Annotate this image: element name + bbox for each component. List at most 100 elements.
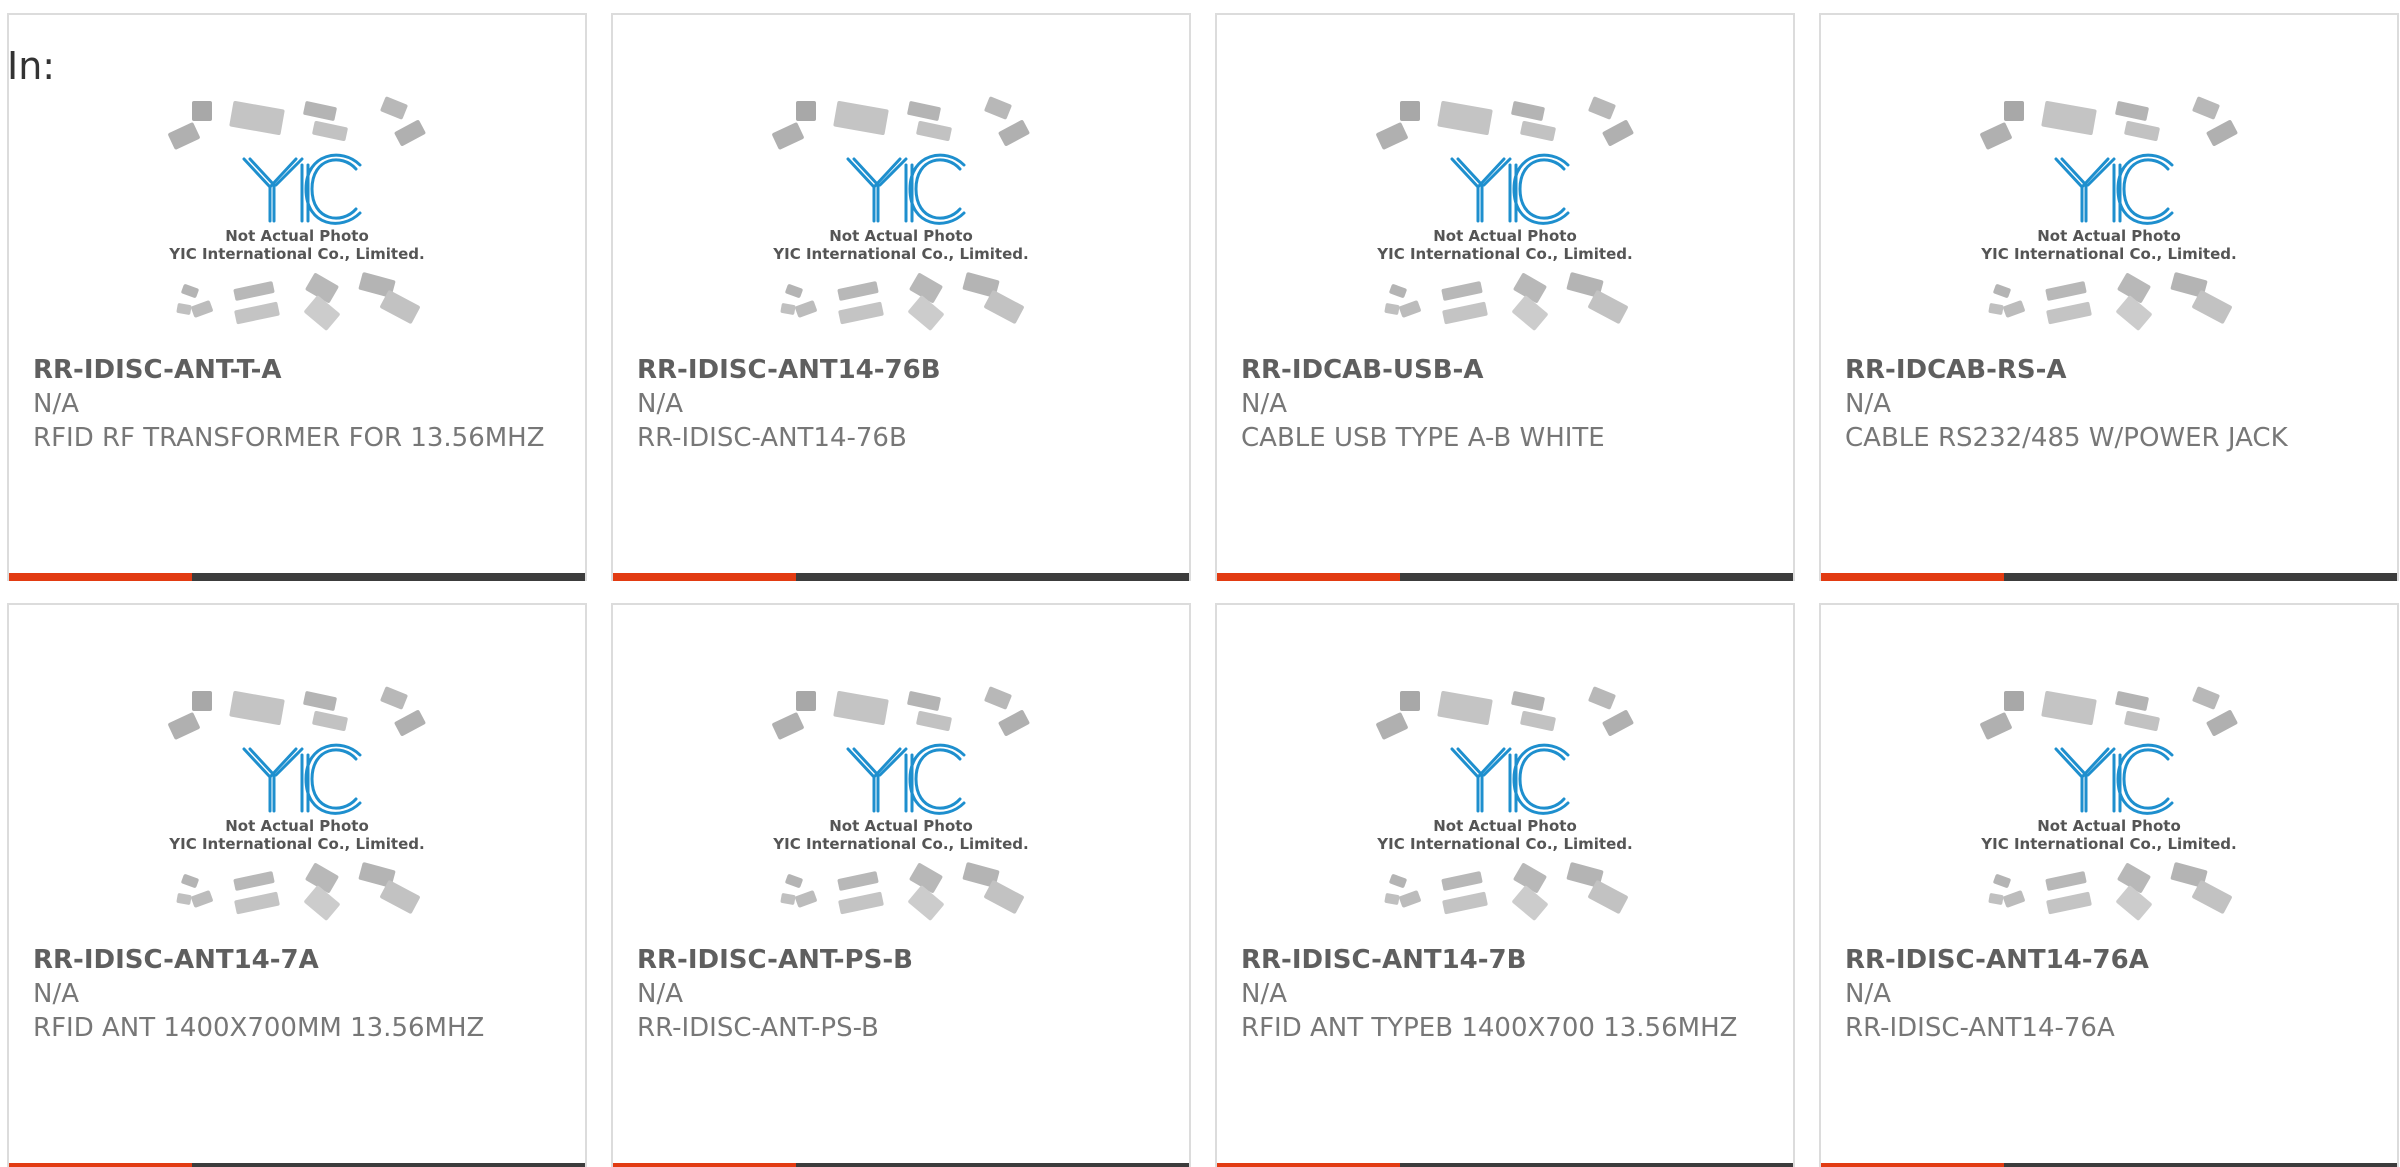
chip-illustration-bottom [176,272,420,331]
placeholder-svg: Not Actual PhotoYIC International Co., L… [772,96,1030,331]
chip-illustration-bottom [1988,272,2232,331]
placeholder-caption: Not Actual Photo [225,227,369,245]
card-bottom-bar [1217,573,1793,581]
card-bar-accent [1217,1163,1400,1167]
product-info: RR-IDISC-ANT14-76A N/A RR-IDISC-ANT14-76… [1845,943,2365,1045]
yic-logo [846,743,966,815]
placeholder-caption: Not Actual Photo [829,227,973,245]
product-info: RR-IDCAB-RS-A N/A CABLE RS232/485 W/POWE… [1845,353,2365,455]
chip-illustration-top [168,686,426,740]
product-card[interactable]: Not Actual Photo YIC International Co., L… [611,13,1191,581]
placeholder-company: YIC International Co., Limited. [772,835,1028,853]
product-info: RR-IDISC-ANT-T-A N/A RFID RF TRANSFORMER… [33,353,553,455]
chip-illustration-top [772,96,1030,150]
placeholder-photo: Not Actual Photo YIC International Co., L… [1370,93,1640,337]
product-card[interactable]: Not Actual Photo YIC International Co., L… [611,603,1191,1167]
product-info: RR-IDISC-ANT14-7B N/A RFID ANT TYPEB 140… [1241,943,1761,1045]
card-bottom-bar [613,1163,1189,1167]
description: RFID ANT 1400X700MM 13.56MHZ [33,1013,485,1043]
manufacturer: N/A [33,979,79,1009]
description: RR-IDISC-ANT14-76A [1845,1013,2115,1043]
placeholder-photo: Not Actual Photo YIC International Co., L… [766,93,1036,337]
placeholder-svg: Not Actual PhotoYIC International Co., L… [772,686,1030,921]
product-info: RR-IDISC-ANT14-7A N/A RFID ANT 1400X700M… [33,943,553,1045]
chip-illustration-top [1376,96,1634,150]
card-bottom-bar [9,1163,585,1167]
chip-illustration-bottom [780,862,1024,921]
product-card[interactable]: Not Actual Photo YIC International Co., L… [7,13,587,581]
placeholder-photo: Not Actual Photo YIC International Co., L… [1370,683,1640,927]
description: RFID RF TRANSFORMER FOR 13.56MHZ [33,423,545,453]
manufacturer: N/A [637,389,683,419]
card-bottom-bar [613,573,1189,581]
card-bar-accent [613,573,796,581]
chip-illustration-bottom [780,272,1024,331]
yic-logo [2054,743,2174,815]
manufacturer: N/A [1845,389,1891,419]
placeholder-company: YIC International Co., Limited. [772,245,1028,263]
placeholder-caption: Not Actual Photo [225,817,369,835]
placeholder-svg: Not Actual PhotoYIC International Co., L… [168,686,426,921]
placeholder-company: YIC International Co., Limited. [1980,835,2236,853]
description: RR-IDISC-ANT-PS-B [637,1013,879,1043]
card-bottom-bar [9,573,585,581]
product-info: RR-IDISC-ANT-PS-B N/A RR-IDISC-ANT-PS-B [637,943,1157,1045]
card-bottom-bar [1821,573,2397,581]
product-card[interactable]: Not Actual Photo YIC International Co., L… [1215,13,1795,581]
product-info: RR-IDCAB-USB-A N/A CABLE USB TYPE A-B WH… [1241,353,1761,455]
part-number-link[interactable]: RR-IDISC-ANT-T-A [33,353,553,387]
part-number-link[interactable]: RR-IDCAB-RS-A [1845,353,2365,387]
part-number-link[interactable]: RR-IDISC-ANT14-7B [1241,943,1761,977]
card-bar-accent [1821,1163,2004,1167]
yic-logo [846,153,966,225]
yic-logo [242,743,362,815]
chip-illustration-top [1980,96,2238,150]
description: RR-IDISC-ANT14-76B [637,423,907,453]
part-number-link[interactable]: RR-IDISC-ANT14-7A [33,943,553,977]
card-bar-accent [1821,573,2004,581]
yic-logo [242,153,362,225]
placeholder-caption: Not Actual Photo [829,817,973,835]
placeholder-svg: Not Actual PhotoYIC International Co., L… [1980,686,2238,921]
chip-illustration-bottom [1988,862,2232,921]
product-card[interactable]: Not Actual Photo YIC International Co., L… [1215,603,1795,1167]
part-number-link[interactable]: RR-IDISC-ANT14-76A [1845,943,2365,977]
placeholder-caption: Not Actual Photo [1433,817,1577,835]
placeholder-photo: Not Actual Photo YIC International Co., L… [1974,93,2244,337]
placeholder-svg: Not Actual PhotoYIC International Co., L… [168,96,426,331]
product-card[interactable]: Not Actual Photo YIC International Co., L… [7,603,587,1167]
product-card[interactable]: Not Actual Photo YIC International Co., L… [1819,13,2399,581]
part-number-link[interactable]: RR-IDISC-ANT-PS-B [637,943,1157,977]
card-bar-accent [613,1163,796,1167]
placeholder-photo: Not Actual Photo YIC International Co., L… [1974,683,2244,927]
placeholder-svg: Not Actual PhotoYIC International Co., L… [1376,96,1634,331]
product-grid-page: In: Not Actual Photo YIC International Co… [0,0,2400,1167]
manufacturer: N/A [33,389,79,419]
product-grid: Not Actual Photo YIC International Co., L… [7,13,2399,1167]
placeholder-company: YIC International Co., Limited. [1980,245,2236,263]
placeholder-svg: Not Actual PhotoYIC International Co., L… [1376,686,1634,921]
card-bar-accent [9,1163,192,1167]
part-number-link[interactable]: RR-IDISC-ANT14-76B [637,353,1157,387]
card-bottom-bar [1821,1163,2397,1167]
placeholder-caption: Not Actual Photo [2037,227,2181,245]
product-info: RR-IDISC-ANT14-76B N/A RR-IDISC-ANT14-76… [637,353,1157,455]
placeholder-svg: Not Actual PhotoYIC International Co., L… [1980,96,2238,331]
placeholder-caption: Not Actual Photo [2037,817,2181,835]
placeholder-photo: Not Actual Photo YIC International Co., L… [766,683,1036,927]
yic-logo [2054,153,2174,225]
chip-illustration-bottom [1384,272,1628,331]
card-bottom-bar [1217,1163,1793,1167]
filter-in-label: In: [7,44,56,88]
chip-illustration-bottom [1384,862,1628,921]
manufacturer: N/A [1241,979,1287,1009]
part-number-link[interactable]: RR-IDCAB-USB-A [1241,353,1761,387]
product-card[interactable]: Not Actual Photo YIC International Co., L… [1819,603,2399,1167]
card-bar-accent [9,573,192,581]
placeholder-photo: Not Actual Photo YIC International Co., L… [162,93,432,337]
chip-illustration-bottom [176,862,420,921]
chip-illustration-top [168,96,426,150]
yic-logo [1450,743,1570,815]
manufacturer: N/A [1845,979,1891,1009]
manufacturer: N/A [637,979,683,1009]
